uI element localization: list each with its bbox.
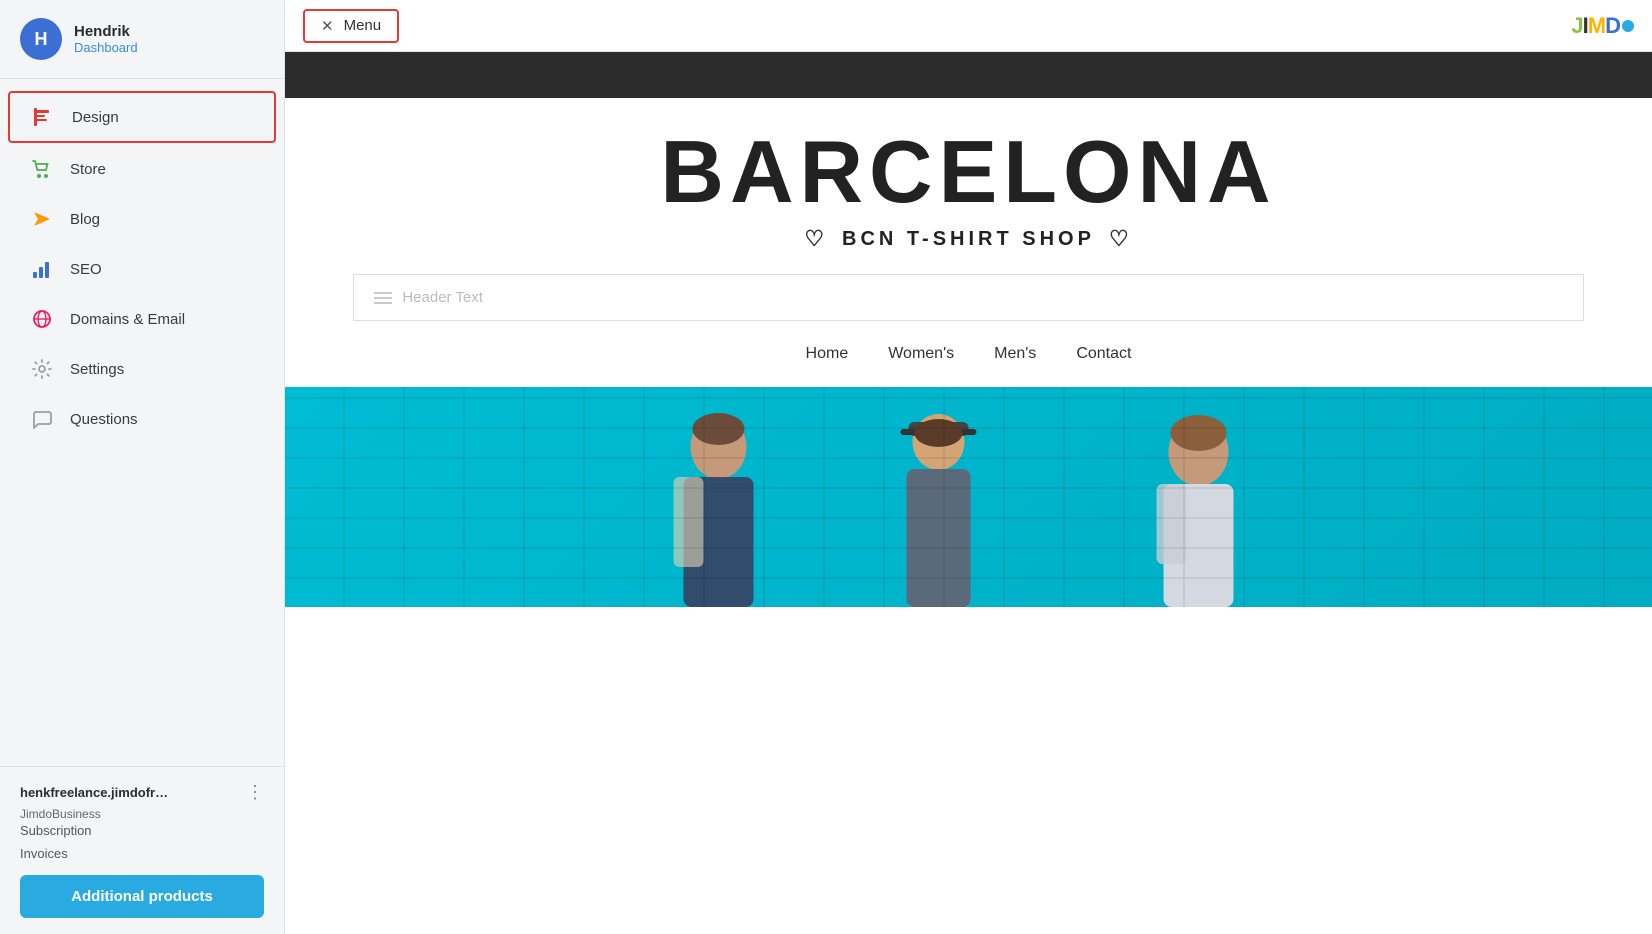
more-options-icon[interactable]: ⋮ [246, 783, 264, 801]
dashboard-link[interactable]: Dashboard [74, 40, 138, 55]
main-content: ✕ Menu J I M D BARCELONA ♡ BCN T-SHIRT S… [285, 0, 1652, 934]
sidebar-item-settings-label: Settings [70, 361, 124, 378]
hamburger-icon [374, 292, 392, 304]
nav-item-mens[interactable]: Men's [994, 341, 1036, 367]
sidebar-item-domains-label: Domains & Email [70, 311, 185, 328]
sidebar-nav: Design Store Blog [0, 79, 284, 766]
close-icon: ✕ [321, 17, 334, 35]
subscription-link[interactable]: Subscription [20, 823, 264, 838]
preview-hero-image [285, 387, 1652, 607]
site-info: henkfreelance.jimdofr… ⋮ [20, 783, 264, 801]
sidebar-item-blog[interactable]: Blog [8, 195, 276, 243]
sidebar-item-design-label: Design [72, 109, 119, 126]
invoices-link[interactable]: Invoices [20, 846, 264, 861]
hero-people-illustration [285, 387, 1652, 607]
sidebar-item-store[interactable]: Store [8, 145, 276, 193]
sidebar-item-settings[interactable]: Settings [8, 345, 276, 393]
nav-item-home[interactable]: Home [806, 341, 849, 367]
site-plan: JimdoBusiness [20, 807, 101, 821]
website-preview: BARCELONA ♡ BCN T-SHIRT SHOP ♡ Header Te… [285, 52, 1652, 934]
header-text-bar[interactable]: Header Text [353, 274, 1583, 321]
jimdo-logo: J I M D [1571, 13, 1634, 39]
sidebar-item-questions[interactable]: Questions [8, 395, 276, 443]
sidebar-item-design[interactable]: Design [8, 91, 276, 143]
user-info: Hendrik Dashboard [74, 23, 138, 55]
site-name: henkfreelance.jimdofr… [20, 785, 168, 800]
user-name: Hendrik [74, 23, 138, 40]
header-text-placeholder: Header Text [402, 289, 483, 306]
preview-body: BARCELONA ♡ BCN T-SHIRT SHOP ♡ Header Te… [285, 98, 1652, 607]
top-bar: ✕ Menu J I M D [285, 0, 1652, 52]
site-subtitle: ♡ BCN T-SHIRT SHOP ♡ [804, 226, 1132, 252]
heart-left-icon: ♡ [804, 226, 828, 252]
logo-dot [1622, 20, 1634, 32]
sidebar-item-domains[interactable]: Domains & Email [8, 295, 276, 343]
sidebar-item-blog-label: Blog [70, 211, 100, 228]
additional-products-button[interactable]: Additional products [20, 875, 264, 918]
settings-icon [30, 357, 54, 381]
blog-icon [30, 207, 54, 231]
sidebar-item-seo-label: SEO [70, 261, 102, 278]
preview-dark-bar [285, 52, 1652, 98]
menu-label: Menu [344, 17, 382, 34]
menu-button[interactable]: ✕ Menu [303, 9, 399, 43]
nav-item-womens[interactable]: Women's [888, 341, 954, 367]
seo-icon [30, 257, 54, 281]
avatar: H [20, 18, 62, 60]
sidebar-header: H Hendrik Dashboard [0, 0, 284, 78]
nav-item-contact[interactable]: Contact [1076, 341, 1131, 367]
subtitle-text: BCN T-SHIRT SHOP [842, 228, 1095, 251]
sidebar: H Hendrik Dashboard Design [0, 0, 285, 934]
sidebar-footer: henkfreelance.jimdofr… ⋮ JimdoBusiness S… [0, 766, 284, 934]
sidebar-item-questions-label: Questions [70, 411, 138, 428]
design-icon [32, 105, 56, 129]
sidebar-item-store-label: Store [70, 161, 106, 178]
sidebar-item-seo[interactable]: SEO [8, 245, 276, 293]
store-icon [30, 157, 54, 181]
domains-icon [30, 307, 54, 331]
heart-right-icon: ♡ [1109, 226, 1133, 252]
questions-icon [30, 407, 54, 431]
preview-nav: Home Women's Men's Contact [806, 341, 1132, 367]
site-title: BARCELONA [285, 128, 1652, 216]
